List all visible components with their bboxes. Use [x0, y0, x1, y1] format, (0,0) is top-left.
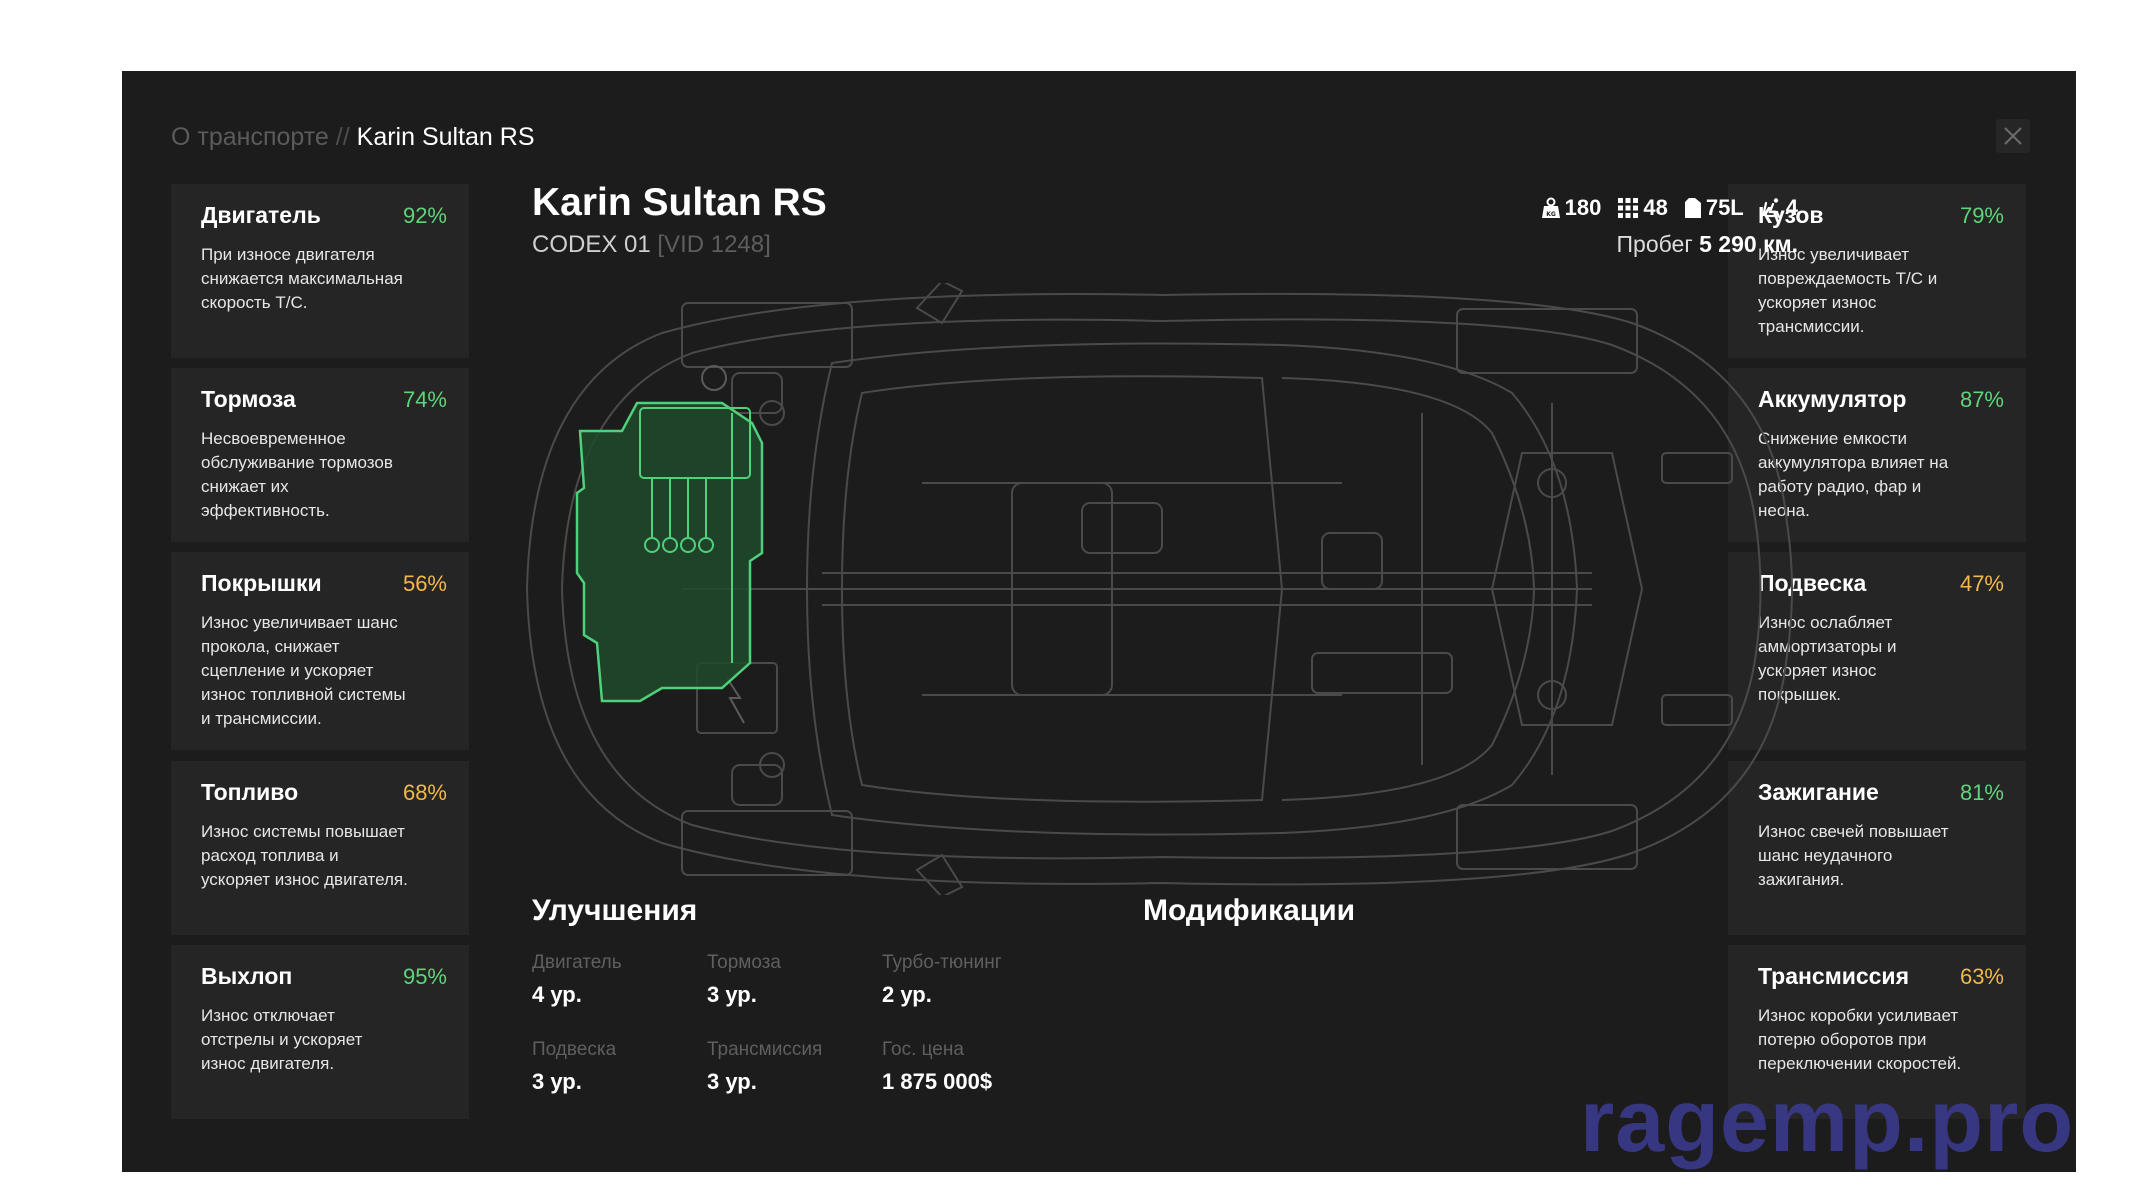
upgrade-label-price: Гос. цена	[882, 1039, 964, 1060]
upgrade-label-transmission: Трансмиссия	[707, 1039, 823, 1060]
card-description: Износ отключает отстрелы и ускоряет износ …	[201, 1006, 363, 1073]
weight-icon: KG	[1541, 197, 1560, 218]
spec-seats-value: 4	[1785, 195, 1798, 220]
card-title: Выхлоп	[201, 963, 293, 989]
card-title: Трансмиссия	[1758, 963, 1909, 989]
card-title: Топливо	[201, 779, 299, 805]
card-percent: 92%	[402, 203, 447, 228]
condition-card-exhaust: Выхлоп 95% Износ отключает отстрелы и уско…	[171, 945, 469, 1119]
spec-weight: KG 180	[1541, 195, 1602, 221]
close-button[interactable]	[1996, 119, 2030, 153]
card-percent: 79%	[1959, 203, 2004, 228]
card-title: Тормоза	[201, 386, 296, 412]
vehicle-info-panel: О транспорте // Karin Sultan RS Двигател…	[122, 71, 2076, 1172]
card-description: Износ увеличивает шанс прокола, снижает сц…	[201, 613, 406, 728]
card-percent: 63%	[1959, 964, 2004, 989]
breadcrumb-parent[interactable]: О транспорте	[171, 123, 329, 151]
card-percent: 47%	[1959, 571, 2004, 596]
vehicle-vid: [VID 1248]	[657, 231, 771, 258]
mileage-label: Пробег	[1616, 231, 1693, 257]
card-percent: 68%	[402, 780, 447, 805]
breadcrumb: О транспорте // Karin Sultan RS	[171, 123, 535, 152]
upgrade-value-engine: 4 ур.	[532, 982, 582, 1007]
upgrade-value-brakes: 3 ур.	[707, 982, 757, 1007]
spec-seats: 4	[1760, 195, 1798, 221]
upgrade-label-suspension: Подвеска	[532, 1039, 617, 1060]
card-description: Несвоевременное обслуживание тормозов сниж…	[201, 429, 393, 520]
condition-card-fuel: Топливо 68% Износ системы повышает расход …	[171, 761, 469, 935]
spec-slots: 48	[1617, 195, 1668, 221]
upgrade-label-engine: Двигатель	[532, 952, 622, 973]
card-percent: 81%	[1959, 780, 2004, 805]
spec-slots-value: 48	[1643, 195, 1668, 220]
card-percent: 56%	[402, 571, 447, 596]
svg-text:KG: KG	[1546, 211, 1556, 218]
vehicle-plate: CODEX 01 [VID 1248]	[532, 231, 771, 259]
card-description: Износ коробки усиливает потерю оборотов п…	[1758, 1006, 1962, 1073]
vehicle-specs: KG 180 48 75L 4	[1372, 195, 1798, 221]
spec-fuel-value: 75L	[1705, 195, 1744, 220]
fuel-can-icon	[1684, 198, 1701, 218]
seat-icon	[1762, 198, 1780, 219]
spec-fuel-tank: 75L	[1684, 195, 1744, 221]
upgrade-value-suspension: 3 ур.	[532, 1069, 582, 1094]
mileage: Пробег 5 290 км.	[1372, 231, 1798, 258]
condition-card-brakes: Тормоза 74% Несвоевременное обслуживание т…	[171, 368, 469, 542]
breadcrumb-current: Karin Sultan RS	[356, 123, 535, 151]
card-percent: 74%	[402, 387, 447, 412]
card-percent: 87%	[1959, 387, 2004, 412]
condition-card-tires: Покрышки 56% Износ увеличивает шанс прокол…	[171, 552, 469, 750]
card-description: Износ системы повышает расход топлива и ус…	[201, 822, 408, 889]
vehicle-name: Karin Sultan RS	[532, 181, 827, 224]
condition-card-engine: Двигатель 92% При износе двигателя снижает…	[171, 184, 469, 358]
upgrade-label-brakes: Тормоза	[707, 952, 781, 973]
upgrade-value-transmission: 3 ур.	[707, 1069, 757, 1094]
mileage-value: 5 290 км.	[1699, 231, 1798, 257]
upgrade-value-turbo: 2 ур.	[882, 982, 932, 1007]
watermark: ragemp.pro	[1580, 1071, 2075, 1170]
grid-icon	[1618, 198, 1639, 218]
card-description: При износе двигателя снижается максимальн…	[201, 245, 403, 312]
upgrade-value-price: 1 875 000$	[882, 1069, 993, 1094]
modifications-title: Модификации	[1143, 894, 1356, 927]
close-icon	[2004, 127, 2022, 145]
card-title: Покрышки	[201, 570, 322, 596]
spec-weight-value: 180	[1564, 195, 1602, 220]
breadcrumb-separator: //	[335, 123, 350, 151]
upgrade-label-turbo: Турбо-тюнинг	[882, 952, 1002, 973]
upgrades-title: Улучшения	[532, 894, 698, 927]
card-title: Двигатель	[201, 202, 321, 228]
card-percent: 95%	[402, 964, 447, 989]
plate-number: CODEX 01	[532, 231, 651, 258]
engine-highlight	[575, 401, 764, 703]
car-schematic	[525, 283, 1793, 895]
